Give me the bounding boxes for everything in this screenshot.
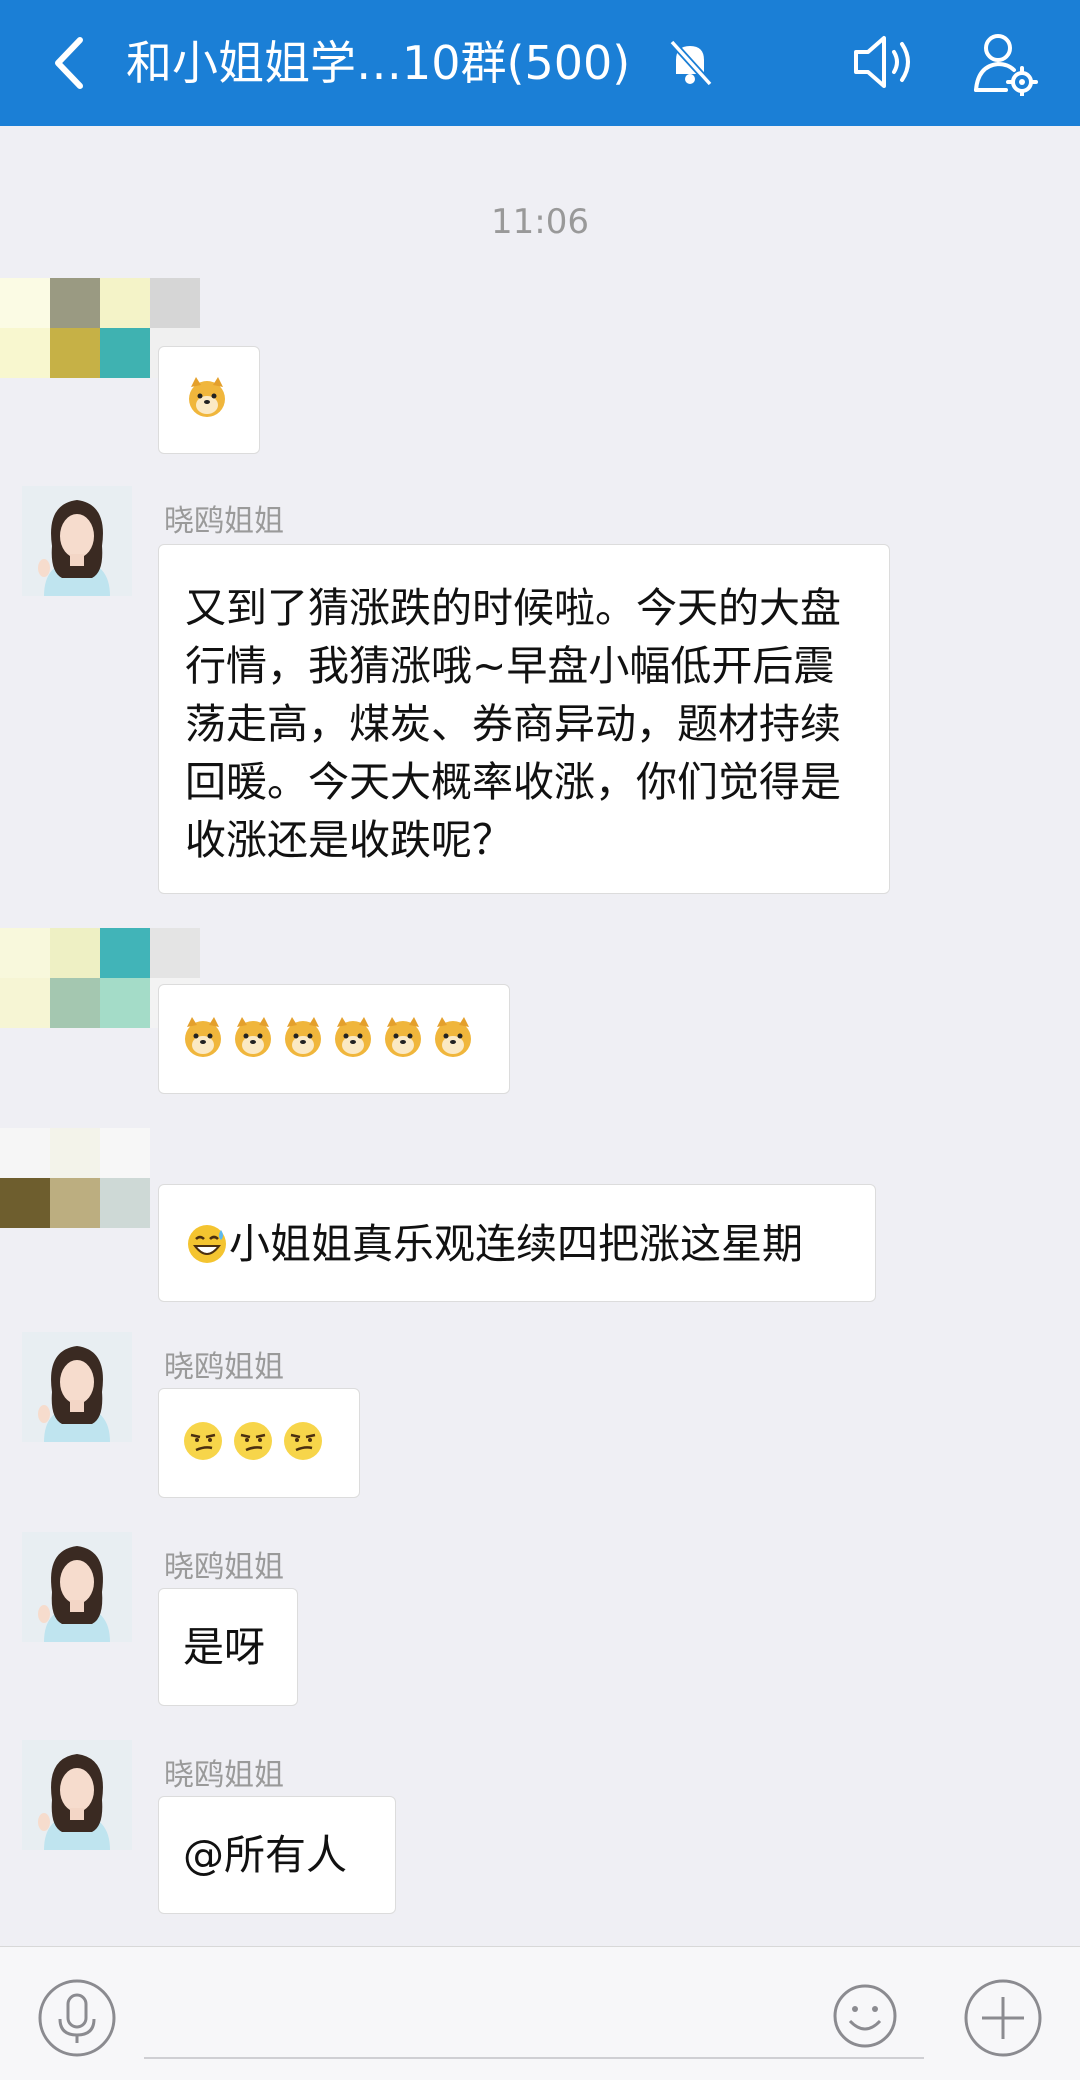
avatar[interactable] [22, 1332, 132, 1442]
message-text: 又到了猜涨跌的时候啦。今天的大盘行情，我猜涨哦~早盘小幅低开后震荡走高，煤炭、券… [185, 584, 841, 864]
doge-emoji-icon [235, 1017, 271, 1057]
plus-icon[interactable] [962, 1977, 1044, 2059]
smile-icon[interactable] [832, 1983, 898, 2049]
emoji-bubble[interactable] [158, 346, 260, 454]
chat-title[interactable]: 和小姐姐学…10群(500) [126, 30, 630, 96]
microphone-icon[interactable] [36, 1977, 118, 2059]
doge-emoji-icon [435, 1017, 471, 1057]
text-bubble[interactable]: 又到了猜涨跌的时候啦。今天的大盘行情，我猜涨哦~早盘小幅低开后震荡走高，煤炭、券… [158, 544, 890, 894]
emoji-bubble[interactable] [158, 984, 510, 1094]
bell-muted-icon [669, 39, 713, 87]
back-chevron-icon[interactable] [40, 28, 104, 98]
timestamp: 11:06 [491, 202, 589, 242]
emoji-bubble[interactable] [158, 1388, 360, 1498]
text-bubble[interactable]: @所有人 [158, 1796, 396, 1914]
doge-emoji-icon [385, 1017, 421, 1057]
chat-header: 和小姐姐学…10群(500) [0, 0, 1080, 126]
message-text: @所有人 [183, 1831, 347, 1879]
speaker-icon[interactable] [850, 30, 922, 94]
message-text: 小姐姐真乐观连续四把涨这星期 [229, 1220, 803, 1268]
doge-emoji-icon [185, 1017, 221, 1057]
input-bar [0, 1946, 1080, 2080]
sender-name: 晓鸥姐姐 [164, 1550, 284, 1585]
message-input[interactable] [144, 2057, 924, 2059]
avatar[interactable] [22, 486, 132, 596]
text-bubble[interactable]: 是呀 [158, 1588, 298, 1706]
smirk-emoji-icon [184, 1422, 222, 1460]
smirk-emoji-icon [234, 1422, 272, 1460]
doge-emoji-icon [335, 1017, 371, 1057]
grinning-sweat-emoji-icon [188, 1225, 226, 1263]
sender-name: 晓鸥姐姐 [164, 1350, 284, 1385]
sender-name: 晓鸥姐姐 [164, 1758, 284, 1793]
doge-emoji-icon [285, 1017, 321, 1057]
smirk-emoji-icon [284, 1422, 322, 1460]
avatar[interactable] [22, 1532, 132, 1642]
doge-emoji-icon [189, 377, 225, 417]
message-text: 是呀 [183, 1623, 265, 1671]
user-gear-icon[interactable] [972, 28, 1038, 96]
text-bubble[interactable]: 小姐姐真乐观连续四把涨这星期 [158, 1184, 876, 1302]
avatar[interactable] [22, 1740, 132, 1850]
sender-name: 晓鸥姐姐 [164, 504, 284, 539]
